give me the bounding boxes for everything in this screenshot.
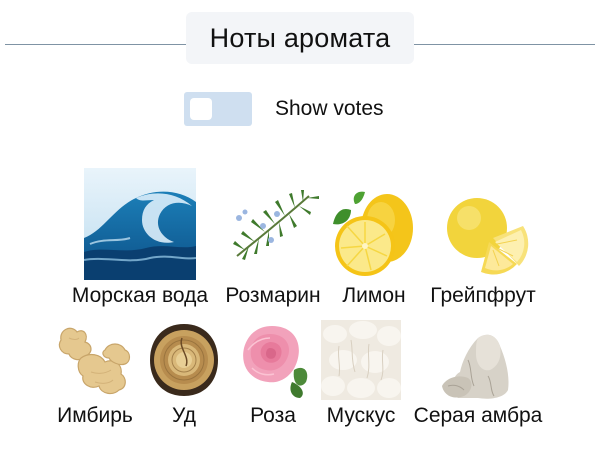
header-divider-left [5, 44, 187, 45]
note-label: Розмарин [225, 284, 321, 307]
note-label: Уд [172, 404, 196, 427]
note-label: Имбирь [57, 404, 133, 427]
header-divider-right [414, 44, 595, 45]
show-votes-row: Show votes [184, 92, 384, 126]
note-sea-water[interactable]: Морская вода [57, 168, 223, 308]
note-label: Мускус [326, 404, 396, 427]
note-oud[interactable]: Уд [146, 320, 222, 428]
rosemary-image [233, 190, 319, 260]
show-votes-label: Show votes [275, 97, 384, 120]
note-lemon[interactable]: Лимон [327, 168, 421, 308]
ambergris-image [442, 334, 509, 399]
note-grapefruit[interactable]: Грейпфрут [421, 168, 545, 308]
oud-wood-image [150, 324, 218, 396]
grapefruit-image [447, 198, 529, 275]
note-rose[interactable]: Роза [234, 320, 312, 428]
note-label: Роза [250, 404, 296, 427]
section-title: Ноты аромата [186, 12, 414, 64]
note-musk[interactable]: Мускус [318, 320, 404, 428]
show-votes-toggle[interactable] [184, 92, 252, 126]
note-ginger[interactable]: Имбирь [52, 320, 138, 428]
note-label: Морская вода [71, 284, 209, 307]
rose-image [243, 326, 308, 398]
note-label: Грейпфрут [430, 284, 536, 307]
note-label: Серая амбра [413, 404, 543, 427]
note-rosemary[interactable]: Розмарин [219, 168, 327, 308]
note-label: Лимон [342, 284, 406, 307]
ocean-wave-image [84, 168, 196, 280]
toggle-knob [190, 98, 212, 120]
ginger-image [58, 327, 131, 395]
note-ambergris[interactable]: Серая амбра [408, 320, 548, 428]
musk-image [321, 320, 401, 400]
lemon-image [333, 191, 413, 276]
section-header: Ноты аромата [0, 12, 600, 64]
